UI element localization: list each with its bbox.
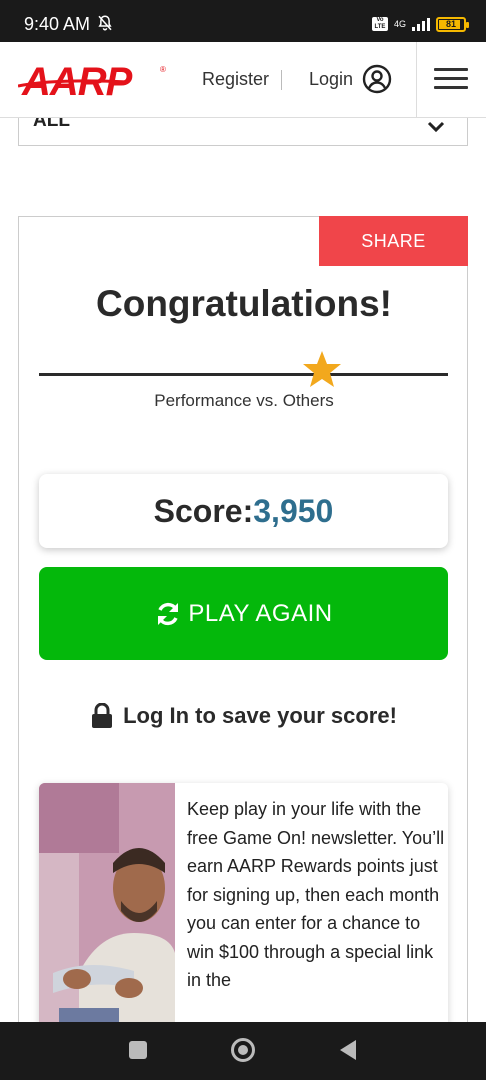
header-separator xyxy=(416,42,417,118)
bell-muted-icon xyxy=(98,15,112,31)
newsletter-promo-card[interactable]: Keep play in your life with the free Gam… xyxy=(39,783,448,1045)
play-again-label: PLAY AGAIN xyxy=(188,599,333,627)
score-value: 3,950 xyxy=(253,492,334,529)
recents-square-icon[interactable] xyxy=(129,1041,147,1059)
battery-icon: 81 xyxy=(436,16,469,32)
score-label: Score: xyxy=(153,492,254,529)
login-to-save-link[interactable]: Log In to save your score! xyxy=(19,703,469,729)
lock-icon xyxy=(92,703,113,728)
performance-bar xyxy=(39,373,448,376)
aarp-logo[interactable]: AARP ® xyxy=(18,60,170,100)
site-header: AARP ® Register Login xyxy=(0,42,486,118)
share-button[interactable]: SHARE xyxy=(319,216,468,266)
performance-label: Performance vs. Others xyxy=(154,391,334,410)
play-again-button[interactable]: PLAY AGAIN xyxy=(39,567,448,660)
status-bar: 9:40 AM Vo LTE 4G 81 xyxy=(0,0,486,42)
register-link[interactable]: Register xyxy=(202,69,269,90)
star-icon xyxy=(303,351,341,387)
header-divider xyxy=(281,70,282,90)
svg-text:®: ® xyxy=(160,65,166,74)
login-to-save-text: Log In to save your score! xyxy=(123,703,397,728)
score-box: Score: 3,950 xyxy=(39,474,448,548)
promo-text: Keep play in your life with the free Gam… xyxy=(187,799,445,990)
volte-icon: Vo LTE xyxy=(371,17,388,31)
refresh-icon xyxy=(158,602,179,625)
chevron-down-icon xyxy=(427,121,445,133)
login-link[interactable]: Login xyxy=(309,69,353,90)
page-title: Congratulations! xyxy=(96,283,392,324)
status-time: 9:40 AM xyxy=(24,14,91,34)
user-circle-icon[interactable] xyxy=(362,64,392,94)
network-type: 4G xyxy=(393,19,406,29)
hamburger-menu-icon[interactable] xyxy=(434,68,468,92)
results-card: SHARE Congratulations! Performance vs. O… xyxy=(18,216,468,1046)
home-circle-icon[interactable] xyxy=(230,1037,256,1063)
system-nav-bar xyxy=(0,1022,486,1080)
battery-level: 81 xyxy=(445,19,456,29)
back-triangle-icon[interactable] xyxy=(338,1038,358,1062)
promo-photo xyxy=(39,783,175,1045)
signal-icon xyxy=(412,17,430,31)
